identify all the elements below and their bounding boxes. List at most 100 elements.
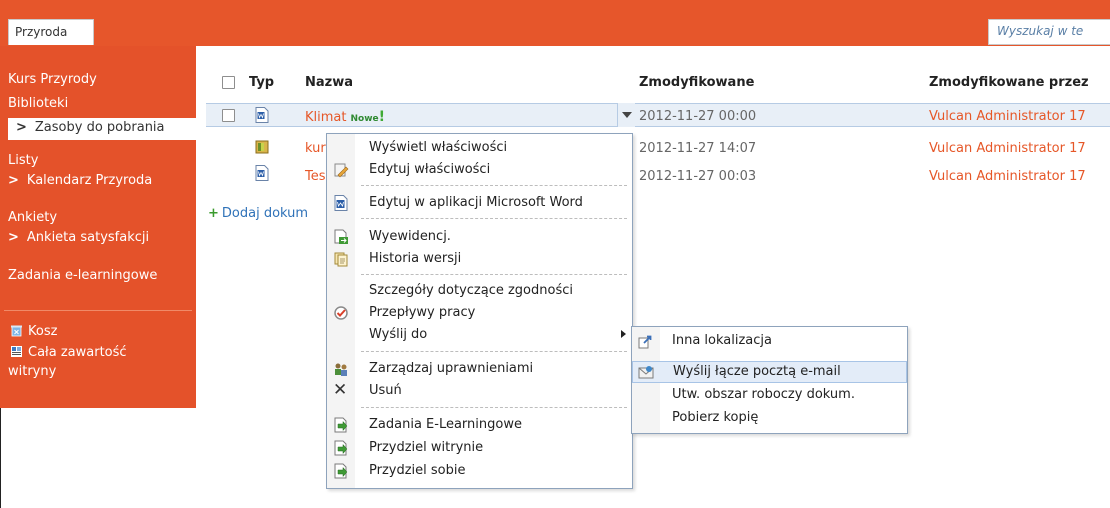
nav-arrow: > — [8, 230, 19, 245]
nav-lists-heading[interactable]: Listy — [8, 153, 38, 168]
search-input[interactable]: Wyszukaj w te — [988, 19, 1110, 45]
menu-separator — [361, 274, 627, 275]
email-icon — [638, 366, 654, 379]
menu-item-label: Wyświetl właściwości — [369, 140, 508, 155]
nav-recycle-bin[interactable]: Kosz — [10, 324, 57, 339]
new-badge: Nowe — [350, 114, 379, 124]
top-bar: Przyroda Wyszukaj w te — [0, 0, 1110, 46]
quick-launch-nav: Kurs Przyrody Biblioteki > Zasoby do pobr… — [0, 46, 196, 408]
delete-icon: ✕ — [333, 380, 348, 400]
menu-item-check-out[interactable]: Wyewidencj. — [327, 226, 632, 248]
document-name[interactable]: Klimat — [305, 110, 346, 125]
permissions-icon — [335, 363, 347, 376]
edit-properties-icon — [334, 163, 349, 178]
chevron-down-icon — [622, 112, 632, 118]
workflow-icon — [334, 306, 348, 320]
menu-item-compliance-details[interactable]: Szczegóły dotyczące zgodności — [327, 280, 632, 302]
row-checkbox[interactable] — [222, 109, 235, 122]
column-header-type[interactable]: Typ — [249, 75, 274, 90]
menu-item-label: Przydziel sobie — [369, 463, 466, 478]
document-name-link[interactable]: kur — [305, 141, 326, 156]
assign-arrow-icon — [334, 463, 348, 479]
menu-item-label: Wyślij do — [369, 327, 428, 342]
menu-item-edit-in-word[interactable]: Edytuj w aplikacji Microsoft Word — [327, 192, 632, 214]
menu-item-manage-permissions[interactable]: Zarządzaj uprawnieniami — [327, 358, 632, 380]
document-name-link[interactable]: Tes — [305, 169, 326, 184]
select-all-checkbox[interactable] — [222, 76, 235, 89]
menu-item-label: Zadania E-Learningowe — [369, 417, 522, 432]
menu-item-label: Usuń — [369, 383, 402, 398]
modified-date: 2012-11-27 14:07 — [639, 141, 757, 156]
menu-item-label: Przepływy pracy — [369, 305, 476, 320]
modified-by-link[interactable]: Vulcan Administrator 17 — [929, 169, 1086, 184]
modified-by-link[interactable]: Vulcan Administrator 17 — [929, 109, 1086, 124]
nav-arrow: > — [16, 120, 27, 135]
check-out-icon — [334, 229, 348, 244]
nav-course-link[interactable]: Kurs Przyrody — [8, 72, 97, 87]
item-menu-dropdown-button[interactable] — [617, 103, 635, 127]
menu-item-send-to[interactable]: Wyślij do — [327, 324, 632, 346]
nav-elearning-heading[interactable]: Zadania e-learningowe — [8, 268, 157, 283]
site-content-icon — [11, 346, 22, 357]
menu-item-version-history[interactable]: Historia wersji — [327, 248, 632, 270]
column-header-modified[interactable]: Zmodyfikowane — [639, 75, 754, 90]
menu-item-assign-to-me[interactable]: Przydziel sobie — [327, 460, 632, 482]
nav-all-content[interactable]: Cała zawartość — [10, 345, 127, 360]
modified-date: 2012-11-27 00:00 — [639, 109, 757, 124]
nav-item-label: Cała zawartość — [28, 345, 127, 360]
menu-item-edit-properties[interactable]: Edytuj właściwości — [327, 159, 632, 181]
word-document-icon — [255, 107, 269, 123]
nav-item-label: Kalendarz Przyroda — [26, 173, 153, 188]
menu-item-workflows[interactable]: Przepływy pracy — [327, 302, 632, 324]
submenu-item-email-link[interactable]: Wyślij łącze pocztą e-mail — [632, 361, 907, 383]
column-header-name[interactable]: Nazwa — [305, 75, 353, 90]
nav-libraries-heading[interactable]: Biblioteki — [8, 96, 68, 111]
modified-by-link[interactable]: Vulcan Administrator 17 — [929, 141, 1086, 156]
nav-all-content-line2[interactable]: witryny — [8, 364, 56, 379]
menu-item-label: Szczegóły dotyczące zgodności — [369, 283, 573, 298]
submenu-arrow-icon — [621, 330, 626, 338]
submenu-item-create-workspace[interactable]: Utw. obszar roboczy dokum. — [632, 384, 907, 406]
menu-item-elearning-tasks[interactable]: Zadania E-Learningowe — [327, 414, 632, 436]
add-icon: + — [208, 206, 219, 221]
menu-item-label: Zarządzaj uprawnieniami — [369, 361, 534, 376]
submenu-item-download-copy[interactable]: Pobierz kopię — [632, 407, 907, 429]
assign-arrow-icon — [334, 440, 348, 456]
send-to-submenu: Inna lokalizacja Wyślij łącze pocztą e-m… — [631, 326, 908, 434]
nav-surveys-heading[interactable]: Ankiety — [8, 210, 57, 225]
menu-separator — [361, 218, 627, 219]
nav-divider — [4, 310, 192, 311]
nav-item-downloads[interactable]: > Zasoby do pobrania — [8, 118, 196, 140]
add-document-label[interactable]: Dodaj dokum — [222, 206, 308, 221]
menu-item-label: Pobierz kopię — [672, 410, 759, 425]
menu-item-delete[interactable]: ✕ Usuń — [327, 380, 632, 402]
nav-item-survey[interactable]: > Ankieta satysfakcji — [8, 230, 149, 245]
menu-separator — [361, 351, 627, 352]
menu-separator — [361, 407, 627, 408]
add-document-link[interactable]: + Dodaj dokum — [208, 206, 308, 221]
assign-arrow-icon — [334, 417, 348, 433]
nav-item-calendar[interactable]: > Kalendarz Przyroda — [8, 173, 152, 188]
document-name-link[interactable]: Klimat Nowe! — [305, 109, 385, 125]
menu-item-label: Inna lokalizacja — [672, 333, 772, 348]
send-to-location-icon — [638, 335, 652, 349]
modified-date: 2012-11-27 00:03 — [639, 169, 757, 184]
nav-item-label: Kosz — [28, 324, 58, 339]
version-history-icon — [334, 252, 348, 267]
word-document-icon — [255, 165, 269, 181]
menu-item-assign-to-site[interactable]: Przydziel witrynie — [327, 437, 632, 459]
submenu-item-other-location[interactable]: Inna lokalizacja — [632, 330, 907, 352]
menu-item-label: Edytuj w aplikacji Microsoft Word — [369, 195, 583, 210]
menu-item-label: Utw. obszar roboczy dokum. — [672, 387, 855, 402]
menu-item-label: Przydziel witrynie — [369, 440, 484, 455]
menu-item-label: Historia wersji — [369, 251, 462, 266]
site-tab[interactable]: Przyroda — [8, 19, 94, 45]
menu-item-label: Wyślij łącze pocztą e-mail — [673, 364, 841, 379]
folder-document-icon — [255, 140, 269, 154]
menu-separator — [361, 185, 627, 186]
column-header-modified-by[interactable]: Zmodyfikowane przez — [929, 75, 1089, 90]
new-badge-mark: ! — [378, 109, 386, 125]
menu-item-label: Edytuj właściwości — [369, 162, 491, 177]
menu-item-view-properties[interactable]: Wyświetl właściwości — [327, 137, 632, 159]
nav-item-label: Zasoby do pobrania — [34, 120, 165, 135]
